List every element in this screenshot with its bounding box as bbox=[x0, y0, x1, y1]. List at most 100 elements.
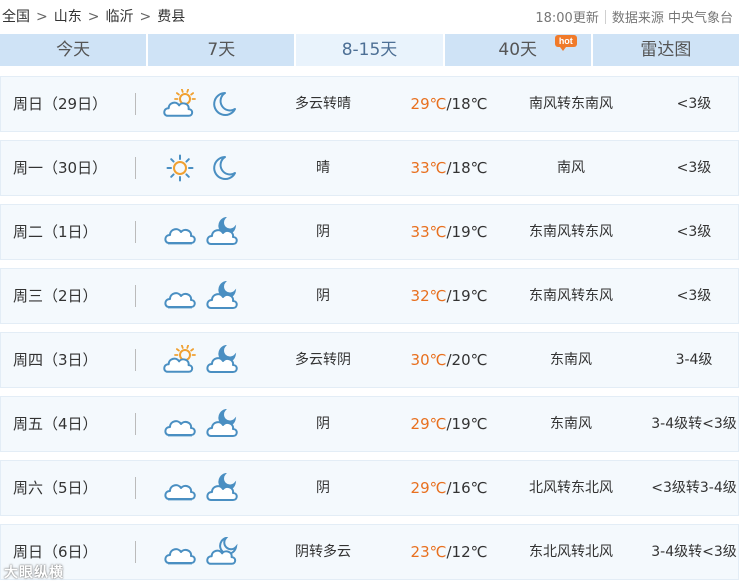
tab-8-15-days[interactable]: 8-15天 bbox=[296, 34, 443, 66]
forecast-day: 周三（2日） bbox=[13, 287, 98, 305]
tab-radar[interactable]: 雷达图 bbox=[592, 34, 739, 66]
weather-condition: 阴 bbox=[316, 224, 330, 240]
weather-condition: 阴 bbox=[316, 416, 330, 432]
divider bbox=[135, 477, 136, 499]
low-temp: /19℃ bbox=[446, 415, 488, 433]
weather-icons bbox=[163, 537, 239, 567]
weather-icons bbox=[163, 281, 239, 311]
temperature: 29℃/18℃ bbox=[401, 77, 497, 131]
wind-direction: 北风转东北风 bbox=[529, 480, 613, 496]
tab-label: 雷达图 bbox=[640, 40, 692, 60]
source-label: 数据来源 bbox=[611, 11, 664, 26]
wind-level: <3级 bbox=[676, 96, 712, 112]
tab-label: 今天 bbox=[56, 40, 91, 60]
tab-label: 7天 bbox=[207, 40, 236, 60]
forecast-row: 周三（2日） 阴 32℃/19℃ 东南风转东风 <3级 bbox=[0, 268, 739, 324]
temperature: 29℃/19℃ bbox=[401, 397, 497, 451]
wind-direction: 东北风转北风 bbox=[529, 544, 613, 560]
forecast-row: 周六（5日） 阴 29℃/16℃ 北风转东北风 <3级转3-4级 bbox=[0, 460, 739, 516]
temperature: 33℃/19℃ bbox=[401, 205, 497, 259]
forecast-row: 周二（1日） 阴 33℃/19℃ 东南风转东风 <3级 bbox=[0, 204, 739, 260]
weather-icons bbox=[163, 217, 239, 247]
tab-label: 8-15天 bbox=[341, 40, 398, 60]
high-temp: 29℃ bbox=[410, 95, 447, 113]
divider bbox=[135, 413, 136, 435]
divider bbox=[604, 10, 606, 24]
low-temp: /19℃ bbox=[446, 287, 488, 305]
breadcrumb-city[interactable]: 临沂 bbox=[105, 9, 133, 25]
forecast-row: 周四（3日） 多云转阴 30℃/20℃ 东南风 3-4级 bbox=[0, 332, 739, 388]
high-temp: 29℃ bbox=[410, 479, 447, 497]
forecast-row: 周五（4日） 阴 29℃/19℃ 东南风 3-4级转<3级 bbox=[0, 396, 739, 452]
breadcrumb-separator: > bbox=[139, 9, 152, 25]
forecast-row: 周日（29日） 多云转晴 29℃/18℃ 南风转东南风 <3级 bbox=[0, 76, 739, 132]
weather-page: 全国 > 山东 > 临沂 > 费县 18:00更新 数据来源 中央气象台 今天 7天 8-15… bbox=[0, 0, 739, 584]
divider bbox=[135, 157, 136, 179]
top-bar: 全国 > 山东 > 临沂 > 费县 18:00更新 数据来源 中央气象台 bbox=[0, 0, 739, 34]
temperature: 32℃/19℃ bbox=[401, 269, 497, 323]
low-temp: /20℃ bbox=[446, 351, 488, 369]
wind-level: <3级转3-4级 bbox=[651, 480, 737, 496]
divider bbox=[135, 541, 136, 563]
forecast-row: 周日（6日） 阴转多云 23℃/12℃ 东北风转北风 3-4级转<3级 bbox=[0, 524, 739, 580]
breadcrumb-province[interactable]: 山东 bbox=[54, 9, 82, 25]
high-temp: 29℃ bbox=[410, 415, 447, 433]
wind-direction: 东南风转东风 bbox=[529, 224, 613, 240]
temperature: 33℃/18℃ bbox=[401, 141, 497, 195]
tab-40-days[interactable]: 40天 hot bbox=[444, 34, 591, 66]
wind-direction: 南风转东南风 bbox=[529, 96, 613, 112]
divider bbox=[135, 285, 136, 307]
wind-level: 3-4级转<3级 bbox=[651, 544, 737, 560]
forecast-day: 周日（29日） bbox=[13, 95, 108, 113]
breadcrumb: 全国 > 山东 > 临沂 > 费县 bbox=[2, 6, 185, 26]
wind-direction: 南风 bbox=[557, 160, 585, 176]
low-temp: /19℃ bbox=[446, 223, 488, 241]
weather-condition: 阴转多云 bbox=[295, 544, 351, 560]
wind-level: <3级 bbox=[676, 224, 712, 240]
forecast-row: 周一（30日） 晴 33℃/18℃ 南风 <3级 bbox=[0, 140, 739, 196]
hot-badge: hot bbox=[554, 35, 577, 51]
update-time: 18:00更新 bbox=[535, 11, 599, 26]
divider bbox=[135, 93, 136, 115]
low-temp: /18℃ bbox=[446, 95, 488, 113]
weather-icons bbox=[163, 345, 239, 375]
weather-icons bbox=[163, 89, 239, 119]
wind-direction: 东南风 bbox=[550, 416, 592, 432]
divider bbox=[135, 349, 136, 371]
weather-condition: 多云转晴 bbox=[295, 96, 351, 112]
forecast-day: 周六（5日） bbox=[13, 479, 98, 497]
weather-condition: 阴 bbox=[316, 480, 330, 496]
forecast-day: 周五（4日） bbox=[13, 415, 98, 433]
weather-condition: 晴 bbox=[316, 160, 330, 176]
temperature: 29℃/16℃ bbox=[401, 461, 497, 515]
wind-direction: 东南风转东风 bbox=[529, 288, 613, 304]
low-temp: /18℃ bbox=[446, 159, 488, 177]
low-temp: /12℃ bbox=[446, 543, 488, 561]
tab-label: 40天 bbox=[498, 40, 538, 60]
source-name: 中央气象台 bbox=[667, 11, 733, 26]
update-info: 18:00更新 数据来源 中央气象台 bbox=[535, 7, 733, 26]
wind-direction: 东南风 bbox=[550, 352, 592, 368]
wind-level: <3级 bbox=[676, 160, 712, 176]
breadcrumb-country[interactable]: 全国 bbox=[2, 9, 30, 25]
temperature: 30℃/20℃ bbox=[401, 333, 497, 387]
forecast-day: 周二（1日） bbox=[13, 223, 98, 241]
high-temp: 33℃ bbox=[410, 159, 447, 177]
high-temp: 23℃ bbox=[410, 543, 447, 561]
wind-level: 3-4级 bbox=[675, 352, 713, 368]
forecast-day: 周四（3日） bbox=[13, 351, 98, 369]
weather-icons bbox=[163, 473, 239, 503]
temperature: 23℃/12℃ bbox=[401, 525, 497, 579]
high-temp: 32℃ bbox=[410, 287, 447, 305]
high-temp: 30℃ bbox=[410, 351, 447, 369]
low-temp: /16℃ bbox=[446, 479, 488, 497]
forecast-day: 周一（30日） bbox=[13, 159, 108, 177]
watermark: 大眼纵横 bbox=[4, 565, 64, 581]
tab-today[interactable]: 今天 bbox=[0, 34, 147, 66]
tab-7-days[interactable]: 7天 bbox=[148, 34, 295, 66]
breadcrumb-separator: > bbox=[87, 9, 100, 25]
weather-icons bbox=[163, 153, 239, 183]
divider bbox=[135, 221, 136, 243]
wind-level: <3级 bbox=[676, 288, 712, 304]
weather-icons bbox=[163, 409, 239, 439]
